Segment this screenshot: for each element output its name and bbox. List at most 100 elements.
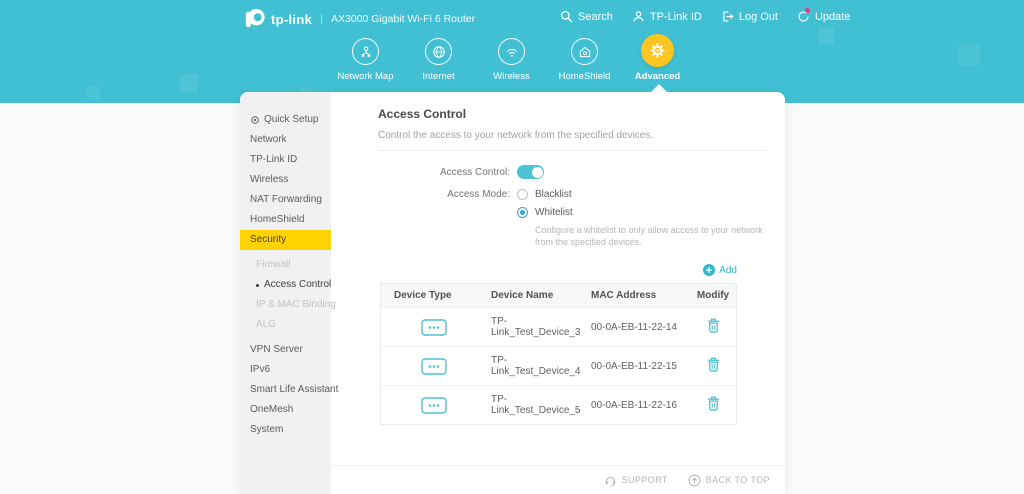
decor-square (958, 44, 980, 66)
tplink-id-label: TP-Link ID (650, 11, 702, 23)
back-to-top-label: BACK TO TOP (706, 475, 770, 485)
tplink-id-button[interactable]: TP-Link ID (632, 10, 702, 23)
access-mode-label: Access Mode: (331, 189, 510, 200)
selected-bullet (256, 284, 259, 287)
sidebar-item-smart-life-assistant[interactable]: Smart Life Assistant (240, 380, 331, 400)
table-row: TP-Link_Test_Device_5 00-0A-EB-11-22-16 (381, 385, 736, 424)
device-type-icon (421, 358, 447, 375)
sidebar-item-system[interactable]: System (240, 420, 331, 440)
page-description: Control the access to your network from … (378, 130, 767, 141)
search-label: Search (578, 11, 613, 23)
gear-icon (649, 42, 666, 59)
device-table: Device Type Device Name MAC Address Modi… (380, 283, 737, 425)
back-to-top-button[interactable]: BACK TO TOP (688, 474, 770, 487)
device-type-icon (421, 397, 447, 414)
logout-label: Log Out (739, 11, 778, 23)
mac-address: 00-0A-EB-11-22-14 (591, 322, 688, 333)
sidebar-item-firewall[interactable]: Firewall (240, 255, 331, 275)
whitelist-hint: Configure a whitelist to only allow acce… (535, 224, 763, 248)
product-name: AX3000 Gigabit Wi-Fi 6 Router (331, 13, 475, 25)
nav-advanced-label: Advanced (635, 71, 680, 82)
main-nav: Network Map Internet Wireless (329, 34, 694, 82)
internet-icon (432, 45, 446, 59)
sidebar-item-wireless[interactable]: Wireless (240, 170, 331, 190)
update-button[interactable]: Update (797, 10, 850, 23)
access-control-toggle[interactable] (517, 165, 544, 179)
device-name: TP-Link_Test_Device_5 (491, 394, 591, 416)
header-band: tp-link | AX3000 Gigabit Wi-Fi 6 Router … (0, 0, 1024, 103)
panel-footer: SUPPORT BACK TO TOP (331, 465, 785, 494)
sidebar-item-tplink-id[interactable]: TP-Link ID (240, 150, 331, 170)
divider (378, 150, 767, 151)
sidebar-item-ip-mac-binding[interactable]: IP & MAC Binding (240, 295, 331, 315)
blacklist-radio[interactable]: Blacklist (517, 189, 763, 200)
tplink-logo-icon (244, 8, 266, 30)
mac-address: 00-0A-EB-11-22-16 (591, 400, 688, 411)
sidebar-item-alg[interactable]: ALG (240, 315, 331, 335)
device-name: TP-Link_Test_Device_4 (491, 355, 591, 377)
search-button[interactable]: Search (560, 10, 613, 23)
sidebar-item-ipv6[interactable]: IPv6 (240, 360, 331, 380)
header-actions: Search TP-Link ID Log Out Update (560, 10, 850, 23)
decor-square (180, 74, 198, 92)
page-title: Access Control (378, 107, 767, 121)
update-badge (805, 8, 810, 13)
sidebar-item-nat-forwarding[interactable]: NAT Forwarding (240, 190, 331, 210)
col-mac-address: MAC Address (591, 290, 688, 301)
brand-separator: | (320, 13, 323, 25)
decor-square (86, 86, 100, 100)
nav-wireless[interactable]: Wireless (475, 34, 548, 82)
table-header: Device Type Device Name MAC Address Modi… (381, 284, 736, 307)
sidebar-item-quick-setup[interactable]: Quick Setup (240, 110, 331, 130)
nav-internet-label: Internet (422, 71, 454, 82)
logout-icon (721, 10, 734, 23)
table-row: TP-Link_Test_Device_4 00-0A-EB-11-22-15 (381, 346, 736, 385)
decor-square (818, 28, 834, 44)
content-area: Access Control Control the access to you… (331, 92, 785, 494)
homeshield-icon (578, 45, 592, 59)
sidebar-item-homeshield[interactable]: HomeShield (240, 210, 331, 230)
delete-icon[interactable] (707, 357, 720, 372)
brand-name: tp-link (271, 12, 312, 27)
sidebar-item-onemesh[interactable]: OneMesh (240, 400, 331, 420)
radio-unchecked-icon (517, 189, 528, 200)
delete-icon[interactable] (707, 396, 720, 411)
add-label: Add (719, 265, 737, 276)
delete-icon[interactable] (707, 318, 720, 333)
device-type-icon (421, 319, 447, 336)
sidebar-item-security[interactable]: Security (240, 230, 331, 250)
nav-wireless-label: Wireless (493, 71, 529, 82)
whitelist-radio[interactable]: Whitelist (517, 207, 763, 218)
support-button[interactable]: SUPPORT (604, 474, 668, 487)
nav-internet[interactable]: Internet (402, 34, 475, 82)
sidebar-item-vpn-server[interactable]: VPN Server (240, 340, 331, 360)
nav-homeshield[interactable]: HomeShield (548, 34, 621, 82)
update-label: Update (815, 11, 850, 23)
support-label: SUPPORT (622, 475, 668, 485)
access-control-form: Access Control: Access Mode: Blacklist W… (331, 165, 785, 248)
wireless-icon (505, 45, 519, 59)
radio-checked-icon (517, 207, 528, 218)
mac-address: 00-0A-EB-11-22-15 (591, 361, 688, 372)
add-device-button[interactable]: Add (703, 264, 737, 276)
logout-button[interactable]: Log Out (721, 10, 778, 23)
search-icon (560, 10, 573, 23)
nav-network-map-label: Network Map (338, 71, 394, 82)
access-control-toggle-label: Access Control: (331, 167, 510, 178)
brand-logo: tp-link | AX3000 Gigabit Wi-Fi 6 Router (244, 8, 475, 30)
col-modify: Modify (688, 290, 738, 301)
table-row: TP-Link_Test_Device_3 00-0A-EB-11-22-14 (381, 307, 736, 346)
nav-advanced[interactable]: Advanced (621, 34, 694, 82)
sidebar-item-network[interactable]: Network (240, 130, 331, 150)
sidebar: Quick Setup Network TP-Link ID Wireless … (240, 92, 331, 494)
nav-network-map[interactable]: Network Map (329, 34, 402, 82)
nav-homeshield-label: HomeShield (559, 71, 611, 82)
user-icon (632, 10, 645, 23)
arrow-up-circle-icon (688, 474, 701, 487)
network-map-icon (359, 45, 373, 59)
col-device-type: Device Type (381, 290, 491, 301)
sidebar-item-access-control[interactable]: Access Control (240, 275, 331, 295)
main-panel: Quick Setup Network TP-Link ID Wireless … (240, 92, 785, 494)
add-icon (703, 264, 715, 276)
quick-setup-icon (250, 115, 260, 125)
